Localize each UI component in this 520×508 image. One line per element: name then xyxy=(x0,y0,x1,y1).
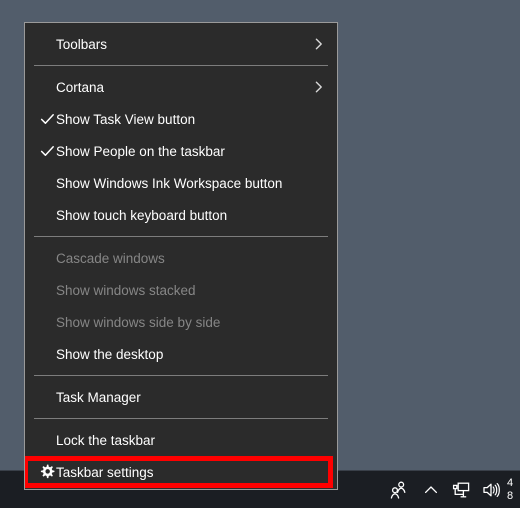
chevron-right-icon xyxy=(313,37,325,51)
menu-list: Toolbars Cortana Show Task View button S… xyxy=(25,23,337,489)
menu-separator xyxy=(34,65,328,66)
menu-item-label: Show windows stacked xyxy=(56,282,196,298)
menu-item-cascade-windows: Cascade windows xyxy=(25,242,337,274)
menu-item-label: Show Windows Ink Workspace button xyxy=(56,175,283,191)
clock[interactable]: 4 8 xyxy=(506,471,520,508)
menu-item-label: Show the desktop xyxy=(56,346,164,362)
menu-item-task-manager[interactable]: Task Manager xyxy=(25,381,337,413)
volume-icon[interactable] xyxy=(476,471,506,508)
screen: 4 8 Toolbars Cortana Show Task View butt… xyxy=(0,0,520,508)
chevron-up-icon[interactable] xyxy=(416,471,446,508)
menu-item-toolbars[interactable]: Toolbars xyxy=(25,28,337,60)
menu-item-show-windows-side-by-side: Show windows side by side xyxy=(25,306,337,338)
menu-item-label: Toolbars xyxy=(56,36,108,52)
menu-separator xyxy=(34,418,328,419)
network-icon[interactable] xyxy=(446,471,476,508)
clock-time: 4 xyxy=(507,477,514,489)
check-icon xyxy=(37,145,57,158)
chevron-right-icon xyxy=(313,80,325,94)
gear-icon xyxy=(37,464,57,480)
menu-item-show-touch-keyboard-button[interactable]: Show touch keyboard button xyxy=(25,199,337,231)
menu-item-label: Cortana xyxy=(56,79,105,95)
taskbar-settings-row: Taskbar settings xyxy=(25,456,337,488)
menu-item-taskbar-settings[interactable]: Taskbar settings xyxy=(25,456,337,488)
menu-item-label: Show touch keyboard button xyxy=(56,207,228,223)
menu-item-show-the-desktop[interactable]: Show the desktop xyxy=(25,338,337,370)
menu-item-show-windows-stacked: Show windows stacked xyxy=(25,274,337,306)
system-tray: 4 8 xyxy=(380,471,520,508)
menu-item-label: Task Manager xyxy=(56,389,141,405)
menu-item-label: Cascade windows xyxy=(56,250,165,266)
people-icon[interactable] xyxy=(380,471,416,508)
taskbar-context-menu[interactable]: Toolbars Cortana Show Task View button S… xyxy=(24,22,338,490)
clock-date: 8 xyxy=(507,490,514,502)
menu-item-label: Show windows side by side xyxy=(56,314,221,330)
menu-item-cortana[interactable]: Cortana xyxy=(25,71,337,103)
menu-item-lock-the-taskbar[interactable]: Lock the taskbar xyxy=(25,424,337,456)
menu-item-show-people-on-the-taskbar[interactable]: Show People on the taskbar xyxy=(25,135,337,167)
menu-item-label: Lock the taskbar xyxy=(56,432,156,448)
check-icon xyxy=(37,113,57,126)
menu-item-show-windows-ink-workspace-button[interactable]: Show Windows Ink Workspace button xyxy=(25,167,337,199)
menu-item-show-task-view-button[interactable]: Show Task View button xyxy=(25,103,337,135)
menu-separator xyxy=(34,375,328,376)
menu-separator xyxy=(34,236,328,237)
